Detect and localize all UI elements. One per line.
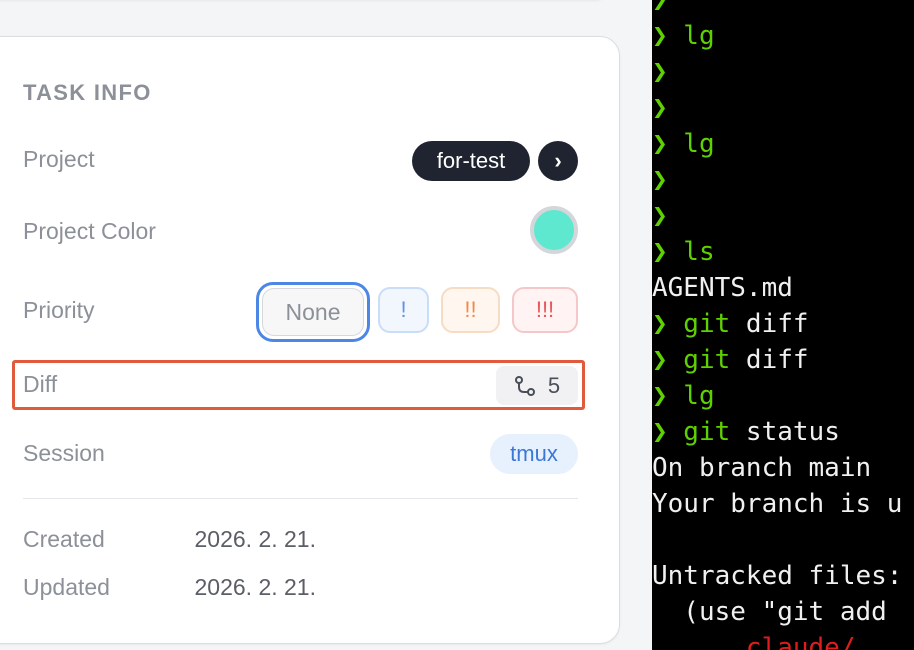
terminal-line: ❯ (652, 54, 668, 90)
terminal-line: On branch main (652, 450, 871, 486)
session-label: Session (23, 440, 105, 466)
terminal-line: ❯ (652, 162, 668, 198)
diff-badge[interactable]: 5 (496, 366, 578, 405)
terminal-output: (use "git add (652, 597, 887, 627)
terminal-args: diff (730, 309, 809, 339)
prompt-chevron-icon: ❯ (652, 165, 668, 195)
terminal-line: ❯ lg (652, 378, 715, 414)
terminal-command: ls (667, 237, 715, 267)
created-date: 2026. 2. 21. (194, 526, 317, 552)
updated-date: 2026. 2. 21. (194, 574, 317, 600)
terminal-output: On branch main (652, 453, 872, 483)
terminal-line: .claude/ (652, 630, 856, 650)
prompt-chevron-icon: ❯ (652, 93, 668, 123)
terminal-line: AGENTS.md (652, 270, 793, 306)
priority-low-button[interactable]: ! (378, 287, 429, 333)
diff-label: Diff (23, 371, 58, 397)
prompt-chevron-icon: ❯ (652, 417, 668, 447)
task-panel: TASK INFO Project for-test › Project Col… (0, 0, 652, 650)
prompt-chevron-icon: ❯ (652, 237, 668, 267)
project-label: Project (23, 146, 95, 172)
terminal-command: lg (667, 21, 715, 51)
terminal-line: Untracked files: (652, 558, 902, 594)
project-open-button[interactable]: › (538, 141, 578, 181)
prompt-chevron-icon: ❯ (652, 21, 668, 51)
section-title: TASK INFO (23, 80, 152, 105)
terminal-untracked-path: .claude/ (652, 633, 856, 650)
prompt-chevron-icon: ❯ (652, 129, 668, 159)
terminal-command: lg (667, 129, 715, 159)
terminal-line: ❯ ls (652, 234, 715, 270)
project-pill[interactable]: for-test (412, 141, 530, 181)
prompt-chevron-icon: ❯ (652, 345, 668, 375)
terminal-output: Your branch is u (652, 489, 903, 519)
chevron-right-icon: › (554, 148, 562, 173)
terminal-args: status (730, 417, 840, 447)
priority-none-button[interactable]: None (262, 288, 364, 336)
git-diff-icon (514, 375, 535, 396)
terminal-pane[interactable]: ❯ ❯ lg ❯ ❯ ❯ lg ❯ ❯ ❯ ls AGENTS.md ❯ git diff ❯ gi… (652, 0, 914, 650)
updated-label: Updated (23, 574, 110, 600)
terminal-command: lg (667, 381, 715, 411)
terminal-command: git (667, 309, 731, 339)
prompt-chevron-icon: ❯ (652, 57, 668, 87)
terminal-line: Your branch is u (652, 486, 902, 522)
terminal-line: ❯ (652, 198, 668, 234)
prompt-chevron-icon: ❯ (652, 201, 668, 231)
session-badge[interactable]: tmux (490, 434, 578, 474)
prompt-chevron-icon: ❯ (652, 381, 668, 411)
terminal-line: ❯ (652, 0, 668, 18)
project-color-swatch[interactable] (530, 206, 578, 254)
project-color-label: Project Color (23, 218, 156, 244)
terminal-line: ❯ git diff (652, 342, 809, 378)
divider (23, 498, 578, 499)
terminal-line: ❯ (652, 90, 668, 126)
terminal-output: AGENTS.md (652, 273, 793, 303)
prompt-chevron-icon: ❯ (652, 309, 668, 339)
terminal-command: git (667, 345, 731, 375)
terminal-command: git (667, 417, 731, 447)
terminal-line: ❯ lg (652, 126, 715, 162)
priority-high-button[interactable]: !!! (512, 287, 578, 333)
terminal-line: (use "git add (652, 594, 887, 630)
terminal-args: diff (730, 345, 809, 375)
terminal-output: Untracked files: (652, 561, 903, 591)
terminal-line: ❯ lg (652, 18, 715, 54)
terminal-line: ❯ git status (652, 414, 840, 450)
diff-count: 5 (547, 372, 561, 398)
terminal-line: ❯ git diff (652, 306, 809, 342)
created-label: Created (23, 526, 105, 552)
priority-medium-button[interactable]: !! (441, 287, 500, 333)
prompt-chevron-icon: ❯ (652, 0, 668, 15)
priority-label: Priority (23, 297, 95, 323)
